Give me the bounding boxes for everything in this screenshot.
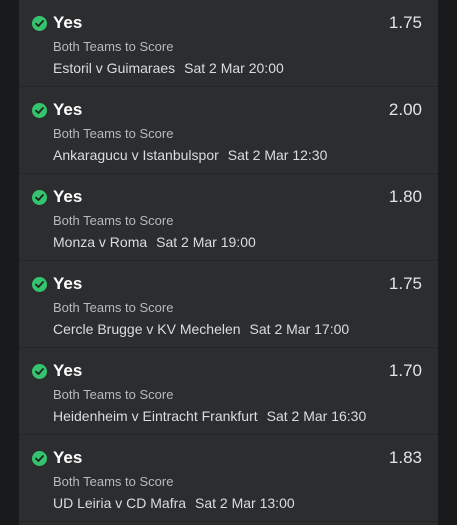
bet-selection: Yes xyxy=(53,100,83,119)
check-circle-icon xyxy=(32,190,47,205)
bet-event: UD Leiria v CD Mafra xyxy=(53,495,187,511)
bet-item[interactable]: Yes 1.75 Both Teams to Score Estoril v G… xyxy=(19,0,438,81)
check-circle-icon xyxy=(32,277,47,292)
bet-item[interactable]: Yes 1.75 Both Teams to Score Cercle Brug… xyxy=(19,261,438,342)
bet-event-line: Heidenheim v Eintracht Frankfurt Sat 2 Ma… xyxy=(53,408,366,425)
check-circle-icon xyxy=(32,451,47,466)
bet-market: Both Teams to Score xyxy=(53,39,174,54)
bet-odds: 1.83 xyxy=(388,448,422,467)
bet-item[interactable]: Yes 1.70 Both Teams to Score Heidenheim … xyxy=(19,348,438,429)
bet-kickoff: Sat 2 Mar 13:00 xyxy=(195,495,295,511)
check-circle-icon xyxy=(32,364,47,379)
bet-market: Both Teams to Score xyxy=(53,387,174,402)
left-side-strip xyxy=(0,0,19,525)
check-circle-icon xyxy=(32,16,47,31)
right-side-strip xyxy=(438,0,457,525)
bet-selection: Yes xyxy=(53,361,83,380)
bet-selection: Yes xyxy=(53,448,83,467)
bet-selection: Yes xyxy=(53,13,83,32)
bet-event-line: UD Leiria v CD Mafra Sat 2 Mar 13:00 xyxy=(53,495,295,512)
bet-odds: 1.70 xyxy=(388,361,422,380)
bet-market: Both Teams to Score xyxy=(53,213,174,228)
bet-item[interactable]: Yes 1.83 Both Teams to Score UD Leiria v… xyxy=(19,435,438,516)
bet-event-line: Estoril v Guimaraes Sat 2 Mar 20:00 xyxy=(53,60,284,77)
bet-kickoff: Sat 2 Mar 17:00 xyxy=(249,321,350,337)
bet-odds: 1.80 xyxy=(388,187,422,206)
bet-kickoff: Sat 2 Mar 12:30 xyxy=(227,147,328,163)
bet-item[interactable]: Yes 2.00 Both Teams to Score Ankaragucu … xyxy=(19,87,438,168)
bet-odds: 2.00 xyxy=(388,100,422,119)
bet-selection: Yes xyxy=(53,187,83,206)
bet-odds: 1.75 xyxy=(388,13,422,32)
bet-market: Both Teams to Score xyxy=(53,474,174,489)
bet-kickoff: Sat 2 Mar 16:30 xyxy=(266,408,367,424)
bet-odds: 1.75 xyxy=(388,274,422,293)
bet-item[interactable]: Yes 1.80 Both Teams to Score Monza v Rom… xyxy=(19,174,438,255)
divider xyxy=(19,521,438,522)
bet-list: Yes 1.75 Both Teams to Score Estoril v G… xyxy=(19,0,438,525)
check-circle-icon xyxy=(32,103,47,118)
bet-event-line: Monza v Roma Sat 2 Mar 19:00 xyxy=(53,234,256,251)
bet-event: Monza v Roma xyxy=(53,234,148,250)
bet-market: Both Teams to Score xyxy=(53,300,174,315)
bet-market: Both Teams to Score xyxy=(53,126,174,141)
bet-selection: Yes xyxy=(53,274,83,293)
bet-event: Ankaragucu v Istanbulspor xyxy=(53,147,219,163)
bet-kickoff: Sat 2 Mar 20:00 xyxy=(184,60,284,76)
bet-kickoff: Sat 2 Mar 19:00 xyxy=(156,234,256,250)
bet-event-line: Cercle Brugge v KV Mechelen Sat 2 Mar 17:… xyxy=(53,321,349,338)
bet-event: Cercle Brugge v KV Mechelen xyxy=(53,321,241,337)
bet-event: Heidenheim v Eintracht Frankfurt xyxy=(53,408,258,424)
bet-event-line: Ankaragucu v Istanbulspor Sat 2 Mar 12:30 xyxy=(53,147,327,164)
bet-event: Estoril v Guimaraes xyxy=(53,60,176,76)
